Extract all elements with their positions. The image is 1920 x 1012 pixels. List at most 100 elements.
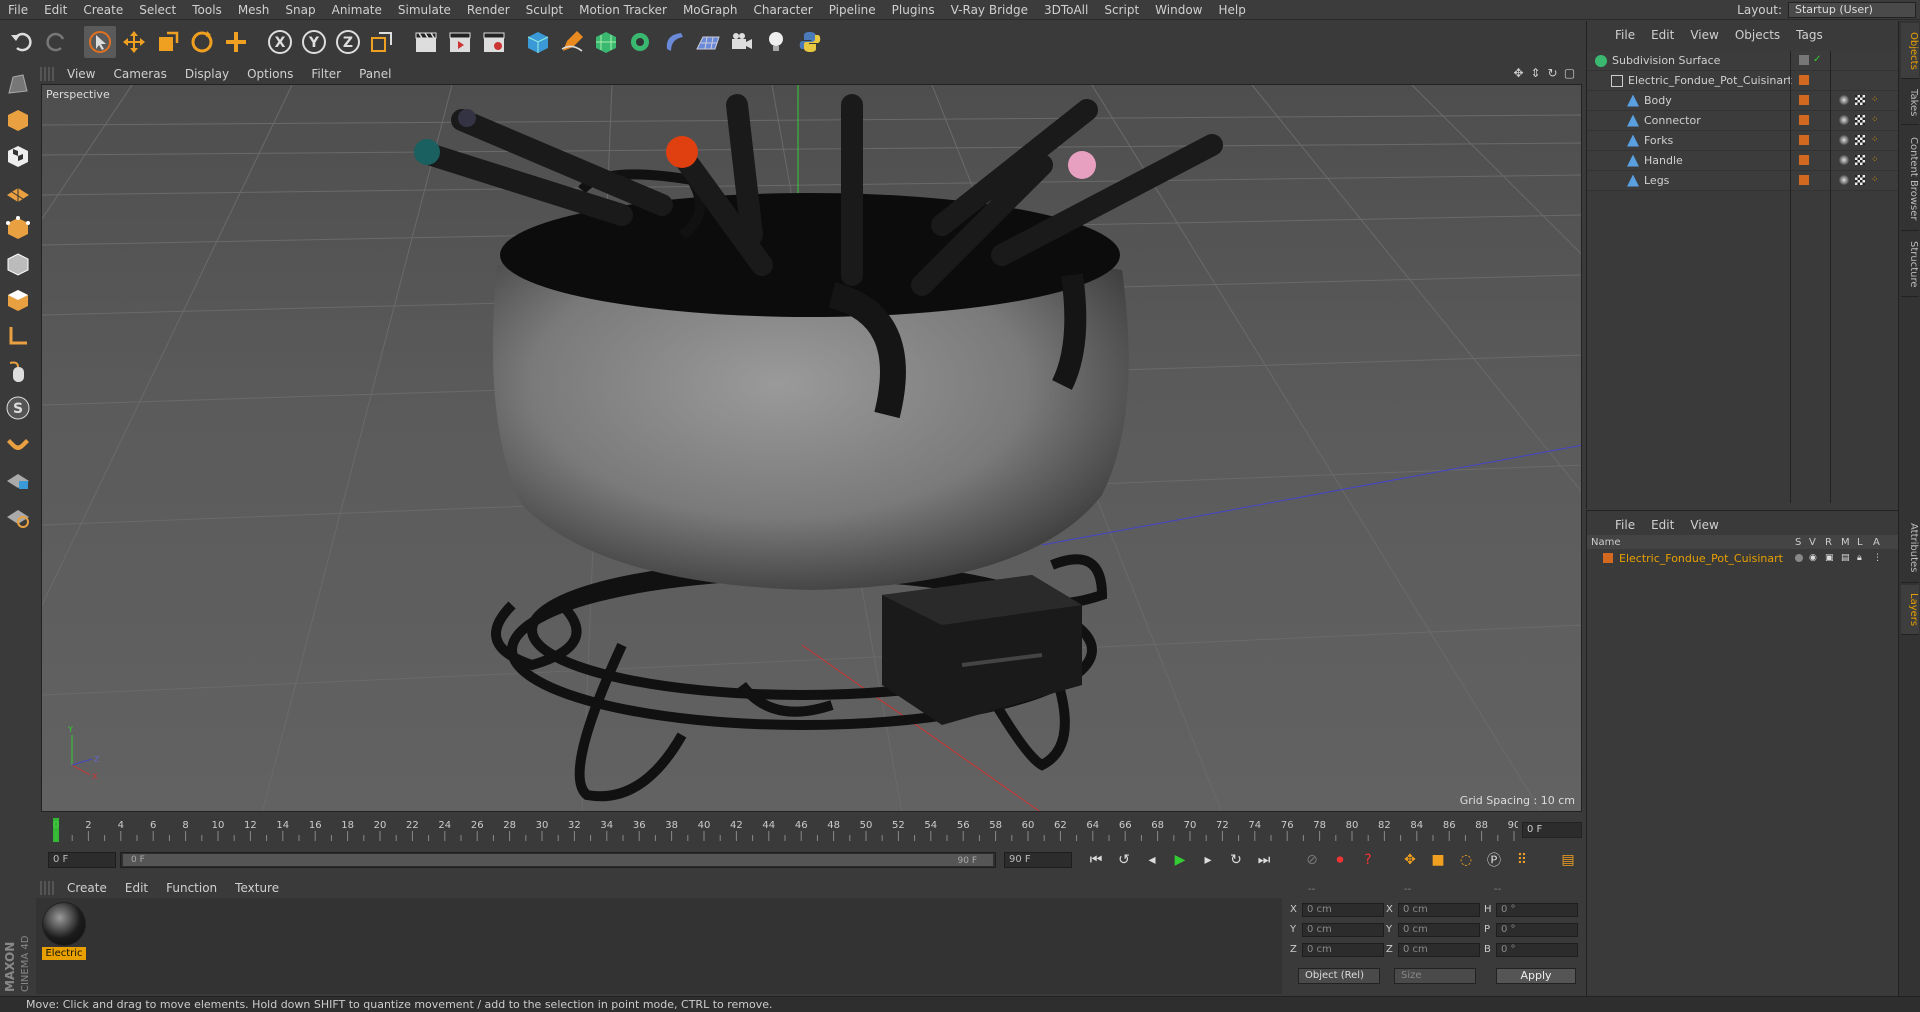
layout-dropdown[interactable]: Startup (User)	[1788, 2, 1916, 18]
menu-plugins[interactable]: Plugins	[884, 0, 943, 20]
orbit-view-icon[interactable]: ↻	[1546, 67, 1559, 80]
rot-p-input[interactable]: 0 °	[1496, 923, 1578, 937]
object-row[interactable]: Handle ⁘	[1587, 151, 1899, 171]
autokey-button[interactable]: ⏺	[1328, 848, 1352, 872]
material-tag-icon[interactable]	[1839, 95, 1849, 105]
objects-menu-tags[interactable]: Tags	[1788, 28, 1831, 42]
menu-sculpt[interactable]: Sculpt	[518, 0, 571, 20]
perspective-viewport[interactable]: Y X Z Perspective Grid Spacing : 10 cm	[41, 84, 1582, 812]
pan-view-icon[interactable]: ✥	[1512, 67, 1525, 80]
magnet-button[interactable]	[2, 428, 34, 460]
material-tag-icon[interactable]	[1839, 155, 1849, 165]
object-row[interactable]: Body ⁘	[1587, 91, 1899, 111]
frame-ruler[interactable]: 0246810121416182022242628303234363840424…	[52, 817, 1518, 843]
python-button[interactable]	[794, 26, 826, 58]
edges-mode-button[interactable]	[2, 248, 34, 280]
tab-takes[interactable]: Takes	[1901, 81, 1919, 125]
phong-tag-icon[interactable]: ⁘	[1871, 95, 1881, 105]
y-axis-lock-button[interactable]: Y	[298, 26, 330, 58]
size-z-input[interactable]: 0 cm	[1398, 943, 1480, 957]
tab-layers[interactable]: Layers	[1901, 585, 1919, 635]
panel-grip[interactable]	[40, 881, 54, 895]
key-scale-button[interactable]: ■	[1426, 848, 1450, 872]
layer-row[interactable]: Electric_Fondue_Pot_Cuisinart ◉ ▣ ▤ 🔒︎ ⋮	[1587, 549, 1898, 567]
z-axis-lock-button[interactable]: Z	[332, 26, 364, 58]
viewport-menu-view[interactable]: View	[58, 67, 104, 81]
preview-range-slider[interactable]: 0 F 90 F	[120, 852, 996, 868]
menu-file[interactable]: File	[0, 0, 36, 20]
menu-help[interactable]: Help	[1210, 0, 1253, 20]
rot-h-input[interactable]: 0 °	[1496, 903, 1578, 917]
rotate-tool-button[interactable]	[186, 26, 218, 58]
workplane-mode-button[interactable]	[2, 176, 34, 208]
viewport-menu-options[interactable]: Options	[238, 67, 302, 81]
layer-color-swatch[interactable]	[1799, 95, 1809, 105]
tweak-mode-button[interactable]	[2, 356, 34, 388]
phong-tag-icon[interactable]: ⁘	[1871, 155, 1881, 165]
live-selection-button[interactable]	[84, 26, 116, 58]
enabled-check-icon[interactable]: ✓	[1813, 55, 1823, 65]
scale-tool-button[interactable]	[152, 26, 184, 58]
layers-menu-file[interactable]: File	[1607, 518, 1643, 532]
key-pla-button[interactable]: ⠿	[1510, 848, 1534, 872]
phong-tag-icon[interactable]: ⁘	[1871, 175, 1881, 185]
size-mode-dropdown[interactable]: Size	[1394, 968, 1476, 984]
tab-objects[interactable]: Objects	[1901, 23, 1919, 79]
add-camera-button[interactable]	[726, 26, 758, 58]
workplane-lock-button[interactable]	[2, 464, 34, 496]
texture-tag-icon[interactable]	[1855, 135, 1865, 145]
key-rotation-button[interactable]: ◌	[1454, 848, 1478, 872]
menu-3dtoall[interactable]: 3DToAll	[1036, 0, 1096, 20]
viewport-menu-display[interactable]: Display	[176, 67, 238, 81]
manager-icon[interactable]: ▤	[1841, 553, 1850, 563]
layer-color-swatch[interactable]	[1799, 75, 1809, 85]
material-menu-function[interactable]: Function	[157, 881, 226, 895]
material-tag-icon[interactable]	[1839, 135, 1849, 145]
current-frame-field[interactable]: 0 F	[1522, 822, 1582, 838]
menu-render[interactable]: Render	[459, 0, 518, 20]
texture-tag-icon[interactable]	[1855, 175, 1865, 185]
solo-toggle-icon[interactable]	[1795, 554, 1803, 562]
add-spline-pen-button[interactable]	[556, 26, 588, 58]
menu-mesh[interactable]: Mesh	[230, 0, 278, 20]
tab-content-browser[interactable]: Content Browser	[1901, 127, 1919, 231]
layer-color-swatch[interactable]	[1799, 135, 1809, 145]
column-divider[interactable]	[1790, 51, 1791, 503]
add-floor-button[interactable]	[692, 26, 724, 58]
add-cube-button[interactable]	[522, 26, 554, 58]
key-position-button[interactable]: ✥	[1398, 848, 1422, 872]
objects-menu-file[interactable]: File	[1607, 28, 1643, 42]
menu-edit[interactable]: Edit	[36, 0, 75, 20]
timeline-ruler[interactable]: 0246810121416182022242628303234363840424…	[44, 815, 1582, 845]
menu-select[interactable]: Select	[131, 0, 184, 20]
menu-tools[interactable]: Tools	[184, 0, 230, 20]
menu-window[interactable]: Window	[1147, 0, 1210, 20]
render-settings-button[interactable]	[478, 26, 510, 58]
object-row[interactable]: Electric_Fondue_Pot_Cuisinart	[1587, 71, 1899, 91]
menu-create[interactable]: Create	[75, 0, 131, 20]
animation-icon[interactable]: ⋮	[1873, 553, 1882, 563]
transform-tool-button[interactable]	[220, 26, 252, 58]
render-to-picture-viewer-button[interactable]	[444, 26, 476, 58]
layer-color-swatch[interactable]	[1799, 175, 1809, 185]
lock-icon[interactable]: 🔒︎	[1857, 553, 1862, 563]
maximize-view-icon[interactable]: ▢	[1563, 67, 1576, 80]
pos-z-input[interactable]: 0 cm	[1302, 943, 1384, 957]
record-keys-button[interactable]: ⊘	[1300, 848, 1324, 872]
redo-button[interactable]	[40, 26, 72, 58]
visibility-dots[interactable]	[1799, 55, 1809, 65]
menu-animate[interactable]: Animate	[324, 0, 390, 20]
object-row[interactable]: Forks ⁘	[1587, 131, 1899, 151]
points-mode-button[interactable]	[2, 212, 34, 244]
add-deformer-button[interactable]	[658, 26, 690, 58]
make-editable-button[interactable]	[2, 68, 34, 100]
object-row[interactable]: Legs ⁘	[1587, 171, 1899, 191]
texture-mode-button[interactable]	[2, 140, 34, 172]
dolly-view-icon[interactable]: ⇕	[1529, 67, 1542, 80]
menu-simulate[interactable]: Simulate	[390, 0, 459, 20]
menu-snap[interactable]: Snap	[277, 0, 323, 20]
object-row[interactable]: Connector ⁘	[1587, 111, 1899, 131]
next-key-button[interactable]: ↻	[1224, 848, 1248, 872]
x-axis-lock-button[interactable]: X	[264, 26, 296, 58]
menu-motion-tracker[interactable]: Motion Tracker	[571, 0, 675, 20]
